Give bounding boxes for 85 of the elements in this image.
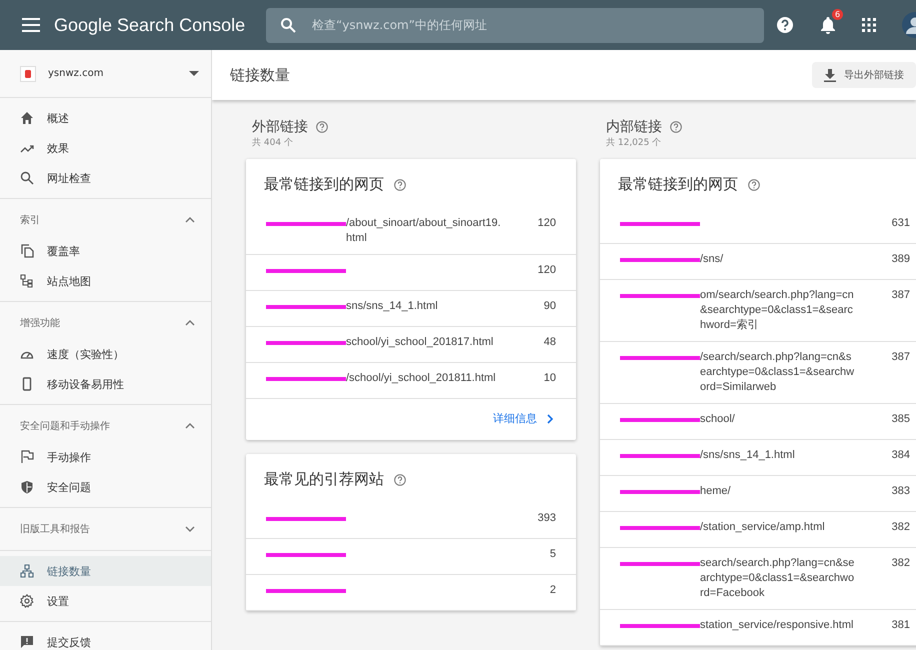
link-count: 385: [892, 412, 910, 427]
search-input[interactable]: 检查“ysnwz.com”中的任何网址: [310, 17, 752, 33]
link-count: 393: [538, 511, 556, 526]
nav-item[interactable]: 概述: [0, 103, 211, 133]
help-icon[interactable]: [748, 178, 760, 190]
section-header[interactable]: 索引: [0, 204, 211, 236]
page-url: sns/sns_14_1.html: [346, 299, 439, 314]
link-count: 387: [892, 350, 910, 365]
page-url: search/search.php?lang=cn&searchtype=0&class1=&searchword=Facebook: [700, 556, 855, 601]
menu-icon[interactable]: [22, 18, 40, 32]
link-count: 120: [538, 216, 556, 231]
link-count: 120: [538, 263, 556, 278]
nav-item[interactable]: 覆盖率: [0, 236, 211, 266]
help-icon[interactable]: [394, 178, 406, 190]
sitemap-icon: [20, 274, 34, 288]
card-title: 最常见的引荐网站: [264, 470, 384, 489]
page-url: /search/search.php?lang=cn&searchtype=0&class1=&searchword=Similarweb: [700, 350, 855, 395]
section-header[interactable]: 旧版工具和报告: [0, 513, 211, 545]
page-url: /station_service/amp.html: [700, 520, 826, 535]
section-title: 外部链接: [252, 118, 308, 136]
link-count: 389: [892, 252, 910, 267]
link-count: 382: [892, 520, 910, 535]
search-field[interactable]: 检查“ysnwz.com”中的任何网址: [266, 8, 764, 42]
link-count: 382: [892, 556, 910, 571]
notification-badge: 6: [832, 9, 843, 20]
page-url: /sns/: [700, 252, 724, 267]
nav-item[interactable]: 网址检查: [0, 163, 211, 193]
property-selector[interactable]: ysnwz.com: [0, 50, 211, 98]
card-title: 最常链接到的网页: [618, 175, 738, 194]
link-count: 10: [544, 371, 556, 386]
page-url: heme/: [700, 484, 732, 499]
phone-icon: [20, 377, 34, 391]
page-url: station_service/responsive.html: [700, 618, 854, 633]
card-title: 最常链接到的网页: [264, 175, 384, 194]
page-url: /about_sinoart/about_sinoart19.html: [346, 216, 501, 246]
page-url: om/search/search.php?lang=cn&searchtype=0&class1=&searchword=索引: [700, 288, 855, 333]
link-count: 48: [544, 335, 556, 350]
nav-item[interactable]: 提交反馈: [0, 627, 211, 650]
link-count: 387: [892, 288, 910, 303]
notification-icon[interactable]: [820, 16, 836, 34]
pages-icon: [20, 244, 34, 258]
links-icon: [20, 564, 34, 578]
section-header[interactable]: 安全问题和手动操作: [0, 410, 211, 442]
chevron-icon: [547, 414, 554, 424]
help-icon[interactable]: [316, 121, 328, 133]
nav-item[interactable]: 安全问题: [0, 472, 211, 502]
product-name: Google Search Console: [54, 14, 246, 36]
link-count: 383: [892, 484, 910, 499]
nav-item[interactable]: 链接数量: [0, 556, 211, 586]
help-icon[interactable]: [394, 474, 406, 486]
nav-item[interactable]: 移动设备易用性: [0, 369, 211, 399]
section-header[interactable]: 增强功能: [0, 307, 211, 339]
help-icon[interactable]: [670, 121, 682, 133]
page-url: /school/yi_school_201811.html: [346, 371, 497, 386]
details-link[interactable]: 详细信息: [493, 411, 554, 426]
search-icon: [20, 171, 34, 185]
shield-icon: [20, 480, 34, 494]
nav-item[interactable]: 速度（实验性）: [0, 339, 211, 369]
link-count: 2: [550, 583, 556, 598]
link-count: 381: [892, 618, 910, 633]
section-title: 内部链接: [606, 118, 662, 136]
link-count: 631: [892, 216, 910, 231]
nav-item[interactable]: 站点地图: [0, 266, 211, 296]
site-icon: [20, 66, 36, 82]
page-url: /sns/sns_14_1.html: [700, 448, 796, 463]
page-title: 链接数量: [230, 66, 290, 84]
link-count: 90: [544, 299, 556, 314]
apps-icon[interactable]: [862, 18, 876, 32]
nav-item[interactable]: 手动操作: [0, 442, 211, 472]
page-url: school/yi_school_201817.html: [346, 335, 494, 350]
nav-item[interactable]: 设置: [0, 586, 211, 616]
download-icon: [824, 68, 836, 82]
home-icon: [20, 111, 34, 125]
link-count: 5: [550, 547, 556, 562]
nav-item[interactable]: 效果: [0, 133, 211, 163]
total-count: 共 12,025 个: [605, 136, 662, 149]
search-icon: [280, 17, 296, 33]
flag-icon: [20, 450, 34, 464]
help-icon[interactable]: [776, 16, 794, 34]
dropdown-icon: [189, 71, 199, 76]
link-count: 384: [892, 448, 910, 463]
export-button[interactable]: 导出外部链接: [812, 62, 916, 88]
page-url: school/: [700, 412, 736, 427]
total-count: 共 404 个: [251, 136, 294, 149]
gear-icon: [20, 594, 34, 608]
